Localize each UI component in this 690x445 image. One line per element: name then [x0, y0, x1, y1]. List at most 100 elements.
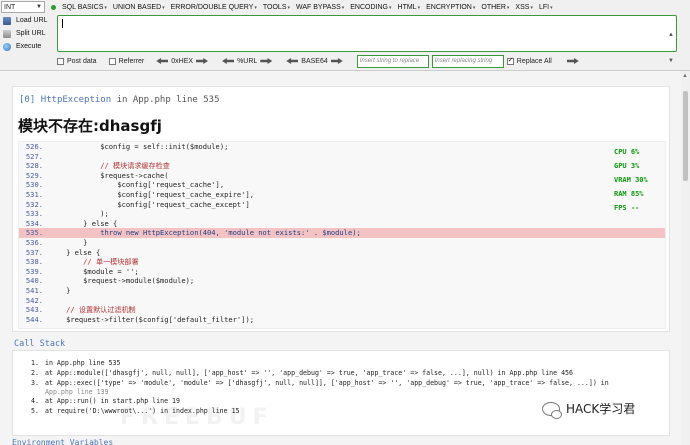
code-line: 537. } else { [19, 248, 665, 258]
code-line: 533. ); [19, 209, 665, 219]
line-number: 540. [25, 276, 43, 286]
stack-frame-index: 2. [31, 369, 39, 377]
menu-item[interactable]: XSS▾ [512, 4, 536, 11]
code-line: 538. // 单一模块部署 [19, 257, 665, 267]
load-url-button[interactable]: Load URL [0, 14, 56, 27]
line-number: 539. [25, 266, 43, 276]
chevron-down-icon: ▾ [104, 4, 107, 11]
replace-action[interactable] [564, 58, 579, 64]
menu-item[interactable]: ENCRYPTION▾ [423, 4, 478, 11]
menu-item[interactable]: OTHER▾ [478, 4, 512, 11]
menu-item[interactable]: ENCODING▾ [347, 4, 394, 11]
metric-readout: RAM 85% [614, 190, 644, 198]
line-number: 531. [25, 189, 43, 199]
hex-encoder[interactable]: 0xHEX [156, 58, 209, 65]
code-line: 527. [19, 152, 665, 162]
text-caret [62, 19, 63, 28]
replacing-string-input[interactable]: Insert replacing string [431, 54, 504, 68]
line-code: } else { [49, 218, 118, 228]
arrow-right-icon[interactable] [330, 58, 343, 64]
line-code: } [49, 237, 88, 247]
menu-item[interactable]: HTML▾ [395, 4, 424, 11]
scrollbar-thumb[interactable] [683, 91, 688, 181]
arrow-right-icon[interactable] [566, 58, 579, 64]
stack-frame-text: at App::module(['dhasgfj', null, null], … [45, 369, 573, 377]
line-number: 533. [25, 209, 43, 219]
checkbox-box [108, 57, 116, 65]
menu-item[interactable]: LFI▾ [536, 4, 556, 11]
referrer-checkbox[interactable]: Referrer [108, 57, 144, 65]
wechat-watermark: HACK学习君 [542, 400, 635, 419]
freebuf-watermark: FREEBUF [120, 405, 274, 430]
injection-type-select[interactable]: INT ▼ [1, 1, 45, 13]
scroll-up-icon[interactable]: ▲ [668, 32, 674, 38]
arrow-right-icon[interactable] [260, 58, 273, 64]
call-stack-title: Call Stack [14, 339, 66, 349]
code-line: 532. $config['request_cache_except'] [19, 200, 665, 210]
line-number: 527. [25, 151, 43, 161]
metric-readout: GPU 3% [614, 162, 640, 170]
chevron-down-icon: ▾ [530, 4, 533, 11]
code-line: 531. $config['request_cache_expire'], [19, 190, 665, 200]
line-number: 530. [25, 180, 43, 190]
arrow-right-icon[interactable] [196, 58, 209, 64]
page-content: ▲ [0] HttpException in App.php line 535 … [0, 70, 690, 445]
line-code: ); [49, 209, 109, 219]
arrow-left-icon[interactable] [286, 58, 299, 64]
line-code: } else { [49, 247, 101, 257]
line-number: 529. [25, 170, 43, 180]
stack-frame-wrap: App.php line 139 [45, 388, 109, 396]
source-code-view: 526. $config = self::init($module); 527. 5… [18, 141, 666, 329]
stack-frame: 3. at App::exec(['type' => 'module', 'mod… [31, 378, 609, 396]
code-line: 528. // 模块请求缓存检查 [19, 161, 665, 171]
menu-item[interactable]: WAF BYPASS▾ [293, 4, 347, 11]
url-textarea[interactable]: ▲ ▼ [57, 15, 677, 64]
load-url-icon [3, 16, 11, 25]
stack-frame: 5. at require('D:\wwwroot\...') in index.… [31, 406, 609, 416]
code-line: 543. // 设置默认过滤机制 [19, 305, 665, 315]
line-code: $module = ''; [49, 266, 139, 276]
line-code: $config['request_cache_except'] [49, 199, 250, 209]
menu-item[interactable]: UNION BASED▾ [110, 4, 168, 11]
post-data-checkbox[interactable]: Post data [57, 57, 97, 65]
menu-item[interactable]: TOOLS▾ [260, 4, 293, 11]
arrow-left-icon[interactable] [156, 58, 169, 64]
chevron-down-icon: ▾ [389, 4, 392, 11]
line-number: 542. [25, 295, 43, 305]
line-number: 532. [25, 199, 43, 209]
line-code: $request->cache( [49, 170, 169, 180]
chevron-down-icon: ▾ [254, 4, 257, 11]
execute-button[interactable]: Execute [0, 40, 56, 53]
code-line: 535. throw new HttpException(404, 'modul… [19, 228, 665, 238]
arrow-left-icon[interactable] [222, 58, 235, 64]
line-number: 535. [25, 228, 43, 238]
split-url-icon [3, 29, 11, 38]
menu-item[interactable]: SQL BASICS▾ [59, 4, 110, 11]
code-line: 539. $module = ''; [19, 267, 665, 277]
replace-all-checkbox[interactable]: Replace All [506, 56, 552, 65]
exception-panel: [0] HttpException in App.php line 535 模块… [12, 86, 670, 332]
code-line: 540. $request->module($module); [19, 276, 665, 286]
vertical-scrollbar[interactable]: ▲ [681, 71, 690, 445]
base64-encoder[interactable]: BASE64 [286, 58, 343, 65]
code-line: 534. } else { [19, 219, 665, 229]
execute-icon [3, 42, 11, 51]
line-code: throw new HttpException(404, 'module not… [49, 228, 361, 238]
menu-item[interactable]: ERROR/DOUBLE QUERY▾ [168, 4, 260, 11]
url-encoder[interactable]: %URL [222, 58, 273, 65]
performance-overlay: CPU 6% GPU 3% VRAM 30% RAM 85% FPS -- [614, 145, 664, 215]
insert-string-input[interactable]: Insert string to replace [356, 54, 429, 68]
metric-readout: VRAM 30% [614, 176, 648, 184]
code-line: 529. $request->cache( [19, 171, 665, 181]
line-number: 536. [25, 237, 43, 247]
split-url-button[interactable]: Split URL [0, 27, 56, 40]
wechat-icon [542, 401, 562, 419]
hackbar-actions: Load URL Split URL Execute [0, 14, 56, 56]
checkbox-box [506, 56, 514, 65]
environment-variables-title: Environment Variables [12, 438, 114, 445]
line-code: // 模块请求缓存检查 [49, 161, 170, 171]
scroll-up-icon[interactable]: ▲ [682, 73, 688, 79]
stack-frame-text: at App::exec(['type' => 'module', 'modul… [45, 379, 609, 387]
hackbar-toolbar: INT ▼ SQL BASICS▾ UNION BASED▾ ERROR/DOUBL… [0, 0, 690, 14]
chevron-down-icon: ▾ [341, 4, 345, 11]
